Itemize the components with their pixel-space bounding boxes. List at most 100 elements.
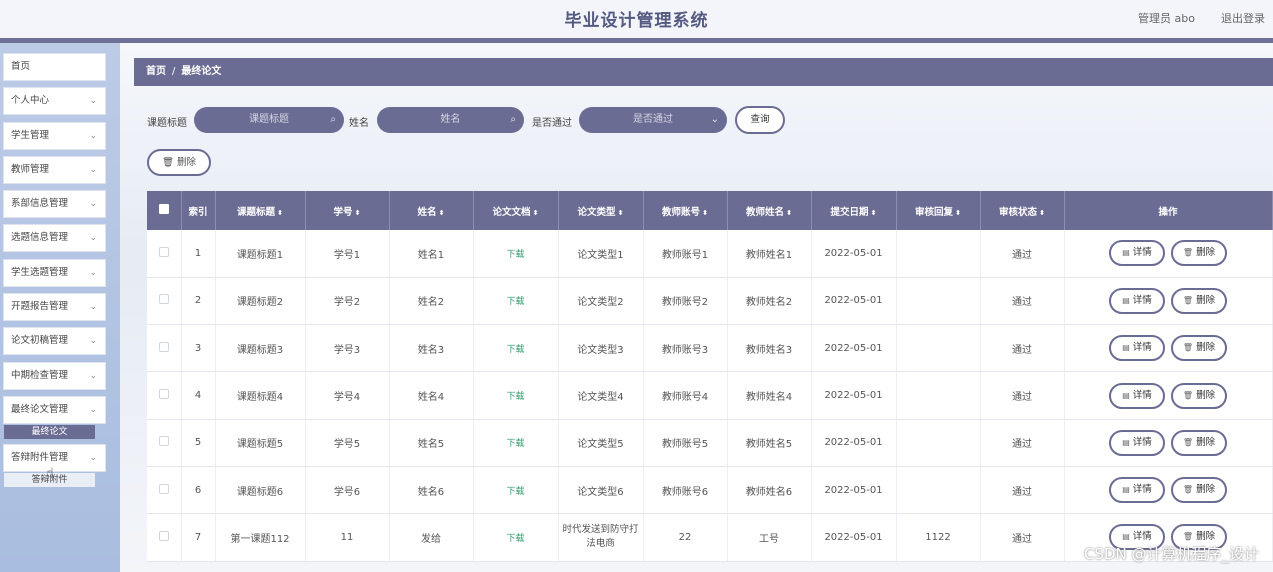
table-cell: 教师姓名3 [727,324,812,373]
chevron-down-icon: ⌄ [89,131,97,141]
chevron-down-icon: ⌄ [710,114,719,125]
table-cell: 4 [181,371,216,420]
row-checkbox[interactable] [147,419,182,467]
table-cell: 通过 [980,277,1065,326]
sidebar-item-personal[interactable]: 个人中心 ⌄ [3,87,106,115]
download-link[interactable]: 下载 [473,419,559,467]
sidebar-item-drafts[interactable]: 论文初稿管理 ⌄ [3,327,106,355]
download-link[interactable]: 下载 [473,513,559,562]
delete-button[interactable]: 🗑 删除 [1171,429,1227,456]
column-header[interactable]: 审核状态 ⬍ [980,191,1065,230]
row-checkbox[interactable] [147,466,182,515]
column-header[interactable]: 审核回复 ⬍ [896,191,981,230]
sort-icon: ⬍ [354,208,361,217]
app-title: 毕业设计管理系统 [564,11,709,31]
trash-icon: 🗑 [1182,485,1194,495]
delete-button[interactable]: 🗑 删除 [1171,382,1227,409]
breadcrumb-separator: / [172,66,176,77]
table-cell: 2022-05-01 [811,371,897,420]
sidebar-item-final-thesis[interactable]: 最终论文管理 ⌄ [3,396,106,424]
table-row: 6 课题标题6 学号6 姓名6 下载 论文类型6 教师账号6 教师姓名6 2022-05-01 通… [147,466,1273,515]
delete-button[interactable]: 🗑 删除 [1171,477,1227,504]
pass-filter-label: 是否通过 [532,118,572,129]
detail-button[interactable]: ▤ 详情 [1109,477,1165,504]
column-header[interactable]: 姓名 ⬍ [389,191,474,230]
name-search-input[interactable]: 姓名 ⌕ [377,107,524,133]
sidebar-item-proposals[interactable]: 开题报告管理 ⌄ [3,293,106,321]
download-link[interactable]: 下载 [473,371,559,420]
top-bar: 毕业设计管理系统 管理员 abo 退出登录 [0,0,1273,38]
row-checkbox[interactable] [147,277,182,326]
sort-icon: ⬍ [955,208,961,217]
sidebar-item-defense[interactable]: 答辩附件管理 ⌄ [3,444,106,472]
title-filter-label: 课题标题 [147,118,187,129]
select-all-checkbox[interactable] [147,191,182,230]
sidebar-item-students[interactable]: 学生管理 ⌄ [3,122,106,150]
download-link[interactable]: 下载 [473,324,559,373]
delete-button[interactable]: 🗑 删除 [1171,240,1227,267]
table-cell: 课题标题6 [215,466,306,515]
table-cell: 时代发送到防守打法电商 [558,513,644,562]
sort-icon: ⬍ [532,208,539,217]
column-header[interactable]: 学号 ⬍ [305,191,390,230]
column-header[interactable]: 教师姓名 ⬍ [727,191,812,230]
sidebar-item-topics[interactable]: 选题信息管理 ⌄ [3,224,106,252]
query-button[interactable]: 查询 [735,106,785,134]
bulk-delete-label: 删除 [177,157,197,168]
breadcrumb-current: 最终论文 [181,66,222,77]
table-cell: 姓名3 [389,324,474,373]
logout-link[interactable]: 退出登录 [1221,10,1265,26]
actions-cell: ▤ 详情 🗑 删除 [1064,324,1273,373]
table-cell: 课题标题3 [215,324,306,373]
table-cell: 第一课题112 [215,513,306,562]
title-search-input[interactable]: 课题标题 ⌕ [194,107,344,133]
sidebar-item-home[interactable]: 首页 [3,53,106,81]
column-header[interactable]: 课题标题 ⬍ [215,191,306,230]
table-cell: 学号2 [305,277,390,326]
sidebar-item-midterm[interactable]: 中期检查管理 ⌄ [3,362,106,390]
sidebar-item-teachers[interactable]: 教师管理 ⌄ [3,156,106,184]
column-header[interactable]: 提交日期 ⬍ [811,191,897,230]
breadcrumb-home[interactable]: 首页 [146,66,166,77]
sidebar-item-departments[interactable]: 系部信息管理 ⌄ [3,190,106,218]
delete-button[interactable]: 🗑 删除 [1171,335,1227,362]
table-cell [896,277,981,326]
row-checkbox[interactable] [147,230,182,278]
row-checkbox[interactable] [147,371,182,420]
table-cell: 论文类型1 [558,230,644,278]
table-cell: 学号6 [305,466,390,515]
download-link[interactable]: 下载 [473,277,559,326]
sidebar-subitem-final-thesis[interactable]: 最终论文 [4,425,95,439]
download-link[interactable]: 下载 [473,466,559,515]
sidebar-item-label: 最终论文管理 [11,404,69,415]
document-icon: ▤ [1122,437,1130,447]
column-header[interactable]: 论文类型 ⬍ [558,191,644,230]
download-link[interactable]: 下载 [473,230,559,278]
row-checkbox[interactable] [147,513,182,562]
table-cell: 通过 [980,324,1065,373]
sidebar-item-label: 开题报告管理 [11,301,69,312]
sidebar-item-student-topics[interactable]: 学生选题管理 ⌄ [3,259,106,287]
detail-button[interactable]: ▤ 详情 [1109,335,1165,362]
column-header[interactable]: 教师账号 ⬍ [643,191,728,230]
column-header[interactable]: 论文文档 ⬍ [473,191,559,230]
chevron-down-icon: ⌄ [89,268,97,278]
document-icon: ▤ [1122,248,1130,258]
pass-select[interactable]: 是否通过 ⌄ [579,107,727,133]
sidebar-item-label: 选题信息管理 [11,232,69,243]
chevron-down-icon: ⌄ [89,453,97,463]
table-cell: 教师账号1 [643,230,728,278]
table-cell: 论文类型3 [558,324,644,373]
delete-button[interactable]: 🗑 删除 [1171,287,1227,314]
chevron-down-icon: ⌄ [89,165,97,175]
detail-button[interactable]: ▤ 详情 [1109,382,1165,409]
detail-button[interactable]: ▤ 详情 [1109,240,1165,267]
detail-button[interactable]: ▤ 详情 [1109,429,1165,456]
actions-cell: ▤ 详情 🗑 删除 [1064,466,1273,515]
bulk-delete-button[interactable]: 🗑 删除 [147,149,211,176]
sort-icon: ⬍ [617,208,624,217]
column-header: 索引 [181,191,216,230]
table-cell [896,324,981,373]
detail-button[interactable]: ▤ 详情 [1109,287,1165,314]
row-checkbox[interactable] [147,324,182,373]
